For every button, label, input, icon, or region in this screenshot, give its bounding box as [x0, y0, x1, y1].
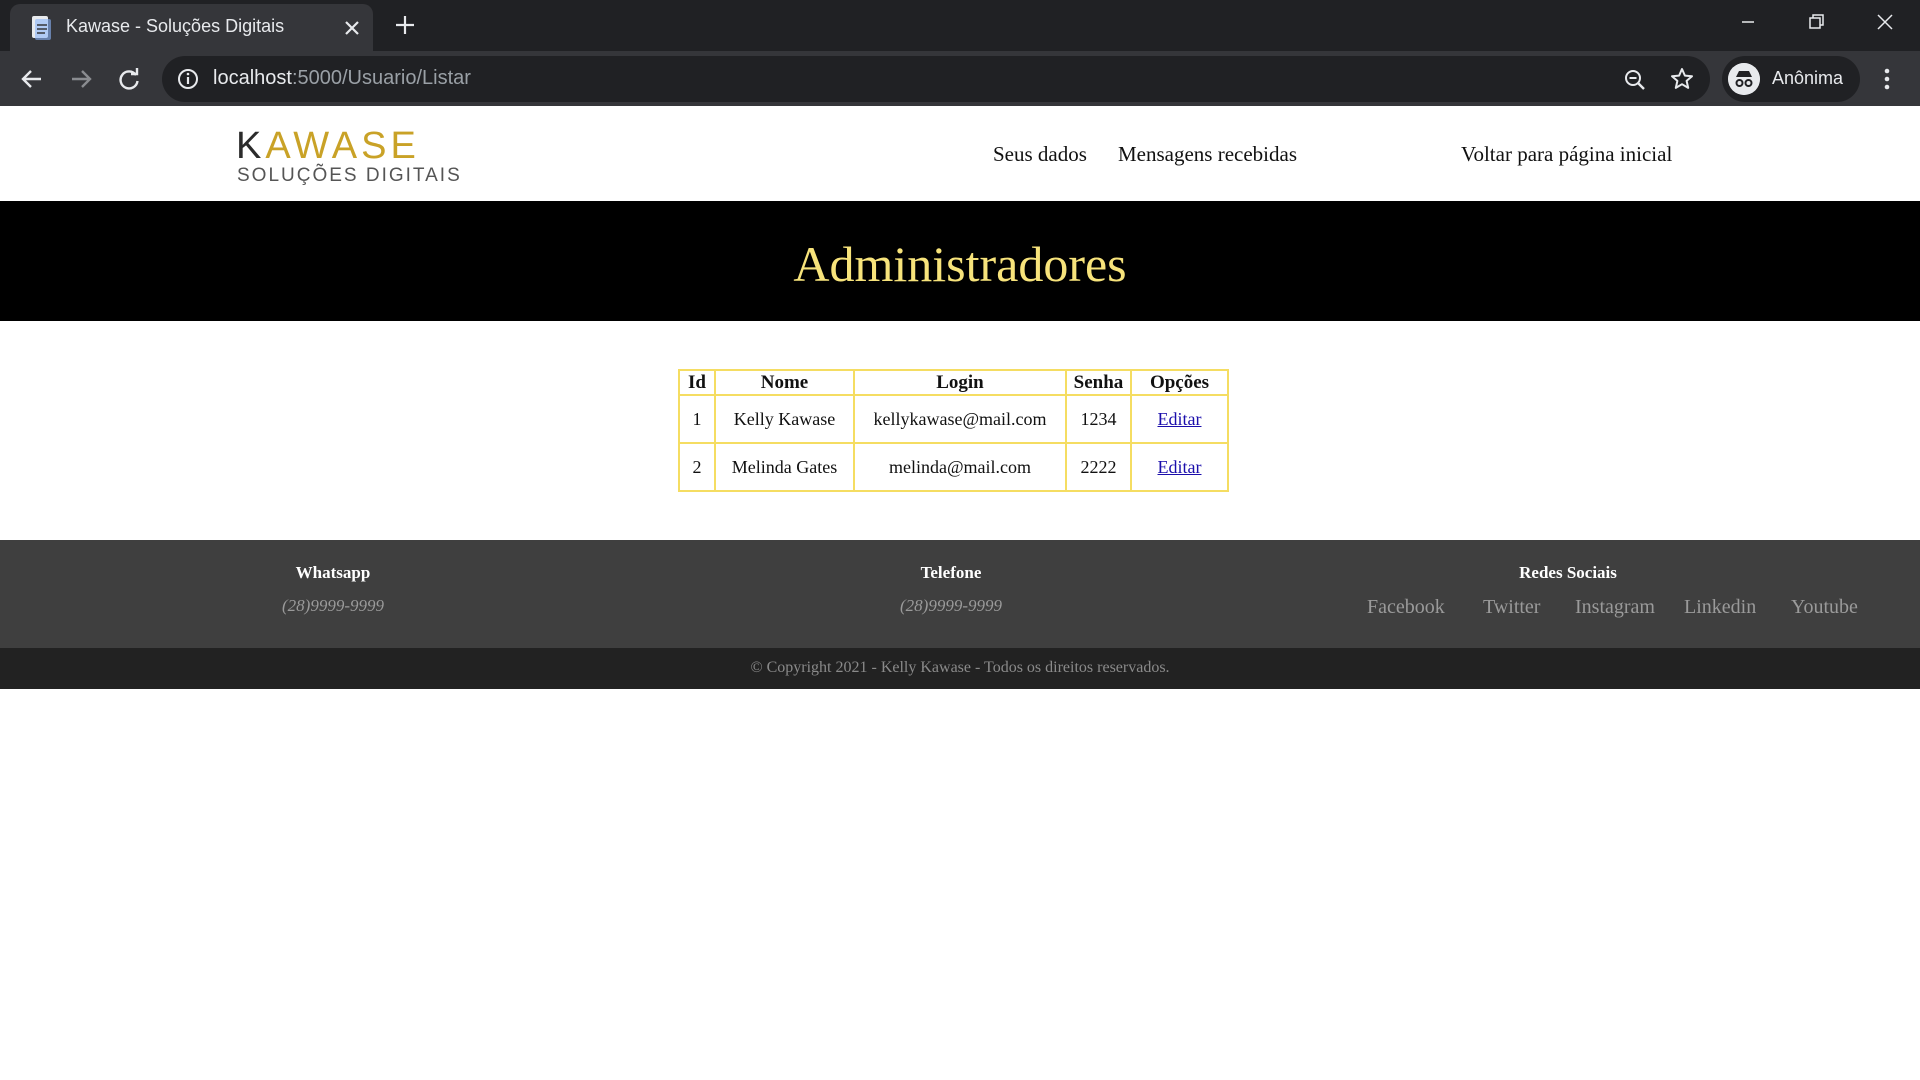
- forward-arrow-icon[interactable]: [66, 64, 96, 94]
- more-menu-icon[interactable]: [1875, 64, 1899, 94]
- cell-id: 2: [678, 442, 716, 492]
- zoom-out-icon[interactable]: [1622, 67, 1648, 93]
- cell-opcoes: Editar: [1130, 394, 1229, 444]
- footer-redes-sociais-label: Redes Sociais: [1519, 563, 1617, 582]
- kawase-logo[interactable]: KAWASE SOLUÇÕES DIGITAIS: [236, 125, 460, 187]
- cell-login: kellykawase@mail.com: [853, 394, 1067, 444]
- cell-login: melinda@mail.com: [853, 442, 1067, 492]
- admins-table: Id Nome Login Senha Opções 1 Kelly Kawas…: [678, 369, 1229, 492]
- copyright-bar: © Copyright 2021 - Kelly Kawase - Todos …: [0, 648, 1920, 689]
- bookmark-star-icon[interactable]: [1669, 66, 1695, 92]
- nav-seus-dados[interactable]: Seus dados: [993, 142, 1087, 167]
- header-senha: Senha: [1065, 369, 1132, 396]
- site-footer: Whatsapp (28)9999-9999 Telefone (28)9999…: [0, 540, 1920, 648]
- table-row: 2 Melinda Gates melinda@mail.com 2222 Ed…: [678, 442, 1229, 492]
- cell-id: 1: [678, 394, 716, 444]
- logo-wordmark: KAWASE: [236, 125, 420, 167]
- nav-mensagens-recebidas[interactable]: Mensagens recebidas: [1118, 142, 1297, 167]
- incognito-icon: [1728, 63, 1760, 95]
- close-tab-icon[interactable]: [340, 16, 364, 40]
- page-icon: [32, 16, 51, 40]
- page-banner: Administradores: [0, 201, 1920, 321]
- header-nome: Nome: [714, 369, 855, 396]
- cell-opcoes: Editar: [1130, 442, 1229, 492]
- profile-name: Anônima: [1772, 68, 1844, 88]
- minimize-icon[interactable]: [1733, 8, 1763, 36]
- social-link-linkedin[interactable]: Linkedin: [1684, 596, 1756, 619]
- browser-tab-bar: Kawase - Soluções Digitais: [0, 0, 1920, 51]
- browser-toolbar: localhost:5000/Usuario/Listar Anônima: [0, 51, 1920, 106]
- reload-icon[interactable]: [114, 64, 144, 94]
- restore-icon[interactable]: [1801, 8, 1831, 36]
- cell-senha: 1234: [1065, 394, 1132, 444]
- edit-link[interactable]: Editar: [1158, 409, 1202, 429]
- table-row: 1 Kelly Kawase kellykawase@mail.com 1234…: [678, 394, 1229, 444]
- social-link-facebook[interactable]: Facebook: [1367, 596, 1445, 619]
- copyright-text: © Copyright 2021 - Kelly Kawase - Todos …: [750, 659, 1170, 676]
- social-link-instagram[interactable]: Instagram: [1575, 596, 1655, 619]
- header-id: Id: [678, 369, 716, 396]
- social-link-youtube[interactable]: Youtube: [1791, 596, 1858, 619]
- footer-whatsapp-label: Whatsapp: [295, 563, 371, 582]
- footer-whatsapp-number: (28)9999-9999: [282, 596, 384, 615]
- browser-tab[interactable]: Kawase - Soluções Digitais: [10, 4, 373, 51]
- logo-tagline: SOLUÇÕES DIGITAIS: [237, 165, 462, 186]
- admins-table-container: Id Nome Login Senha Opções 1 Kelly Kawas…: [678, 369, 1229, 492]
- footer-telefone-label: Telefone: [920, 563, 982, 582]
- incognito-profile-button[interactable]: Anônima: [1722, 56, 1860, 102]
- edit-link[interactable]: Editar: [1158, 457, 1202, 477]
- header-opcoes: Opções: [1130, 369, 1229, 396]
- close-window-icon[interactable]: [1870, 8, 1900, 36]
- back-arrow-icon[interactable]: [17, 64, 47, 94]
- social-link-twitter[interactable]: Twitter: [1483, 596, 1540, 619]
- info-icon[interactable]: [177, 68, 199, 90]
- header-login: Login: [853, 369, 1067, 396]
- site-header: KAWASE SOLUÇÕES DIGITAIS Seus dados Mens…: [0, 106, 1920, 201]
- address-bar[interactable]: localhost:5000/Usuario/Listar: [162, 56, 1710, 102]
- table-header-row: Id Nome Login Senha Opções: [678, 369, 1229, 396]
- cell-nome: Kelly Kawase: [714, 394, 855, 444]
- url-path: :5000/Usuario/Listar: [291, 67, 471, 89]
- footer-telefone-number: (28)9999-9999: [900, 596, 1002, 615]
- url-text[interactable]: localhost:5000/Usuario/Listar: [213, 67, 471, 90]
- cell-nome: Melinda Gates: [714, 442, 855, 492]
- nav-voltar-pagina-inicial[interactable]: Voltar para página inicial: [1461, 142, 1672, 167]
- cell-senha: 2222: [1065, 442, 1132, 492]
- tab-title: Kawase - Soluções Digitais: [66, 16, 285, 36]
- page-title: Administradores: [793, 236, 1127, 292]
- url-host: localhost: [213, 67, 292, 89]
- new-tab-icon[interactable]: [393, 13, 417, 37]
